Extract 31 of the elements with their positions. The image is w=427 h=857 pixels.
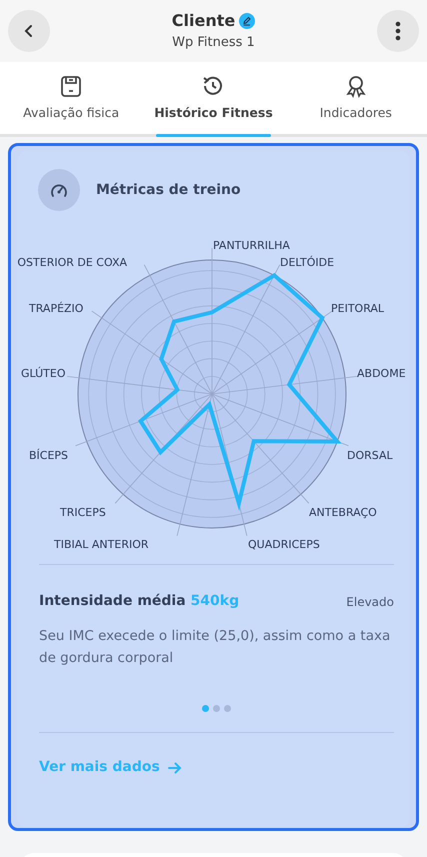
axis-label: QUADRICEPS [248, 538, 320, 551]
axis-label: PANTURRILHA [213, 239, 290, 252]
axis-label: ANTEBRAÇO [309, 506, 377, 519]
tab[interactable]: Avaliação fisica [0, 62, 142, 134]
more-icon [394, 21, 401, 41]
tab[interactable]: Indicadores [284, 62, 427, 134]
page-dot[interactable] [202, 705, 209, 712]
page-title: Cliente [172, 10, 236, 32]
status-label: Elevado [346, 594, 394, 610]
axis-label: GLÚTEO [21, 367, 66, 380]
back-button[interactable] [8, 10, 50, 52]
axis-label: DELTÓIDE [280, 256, 334, 269]
tab[interactable]: Histórico Fitness [142, 62, 285, 134]
axis-label: TRAPÉZIO [29, 302, 84, 315]
card-title: Métricas de treino [96, 180, 241, 200]
more-button[interactable] [376, 10, 419, 52]
page-subtitle: Wp Fitness 1 [172, 34, 255, 52]
metric-text: Intensidade média 540kg [39, 592, 240, 611]
gauge-icon [38, 169, 80, 211]
axis-label: TRICEPS [60, 506, 106, 519]
page-dot[interactable] [213, 705, 220, 712]
axis-label: DORSAL [347, 449, 393, 462]
arrow-icon [168, 760, 182, 775]
axis-label: ABDOME [357, 367, 406, 380]
description-text: Seu IMC execede o limite (25,0), assim como a taxa de gordura corporal [39, 627, 392, 668]
award-icon [344, 74, 368, 98]
page-dot[interactable] [224, 705, 231, 712]
axis-label: PEITORAL [331, 302, 384, 315]
axis-label: BÍCEPS [29, 449, 68, 462]
axis-label: TIBIAL ANTERIOR [54, 538, 149, 551]
axis-label: OSTERIOR DE COXA [17, 256, 127, 269]
